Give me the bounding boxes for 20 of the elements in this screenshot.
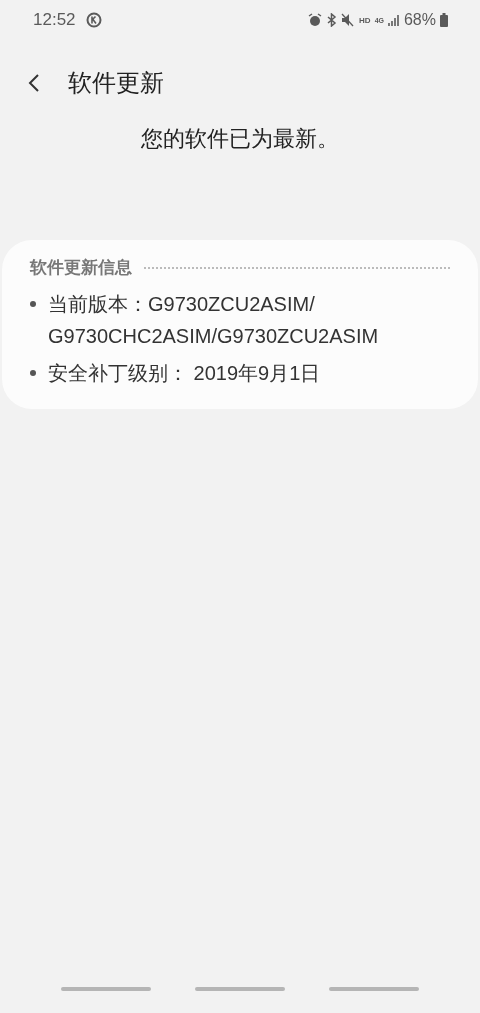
battery-icon xyxy=(440,13,448,27)
status-message: 您的软件已为最新。 xyxy=(140,125,340,153)
gesture-bar[interactable] xyxy=(61,987,151,991)
bullet-icon xyxy=(30,301,36,307)
bluetooth-icon xyxy=(326,13,338,27)
signal-icon xyxy=(387,14,400,26)
card-title: 软件更新信息 xyxy=(30,256,132,279)
battery-percent: 68% xyxy=(403,11,436,29)
hd-label: HD xyxy=(359,15,371,25)
back-icon xyxy=(28,73,40,93)
page-title: 软件更新 xyxy=(68,68,164,99)
info-text: 安全补丁级别： 2019年9月1日 xyxy=(48,361,321,386)
gesture-bar[interactable] xyxy=(195,987,285,991)
bullet-icon xyxy=(30,370,36,376)
info-text: 当前版本：G9730ZCU2ASIM/G9730CHC2ASIM/G9730ZCU2ASIM xyxy=(48,292,380,349)
k-circle-icon xyxy=(85,12,102,28)
mute-icon xyxy=(341,13,356,27)
gesture-bar[interactable] xyxy=(329,987,419,991)
alarm-icon xyxy=(308,13,323,27)
status-time: 12:52 xyxy=(33,10,76,30)
